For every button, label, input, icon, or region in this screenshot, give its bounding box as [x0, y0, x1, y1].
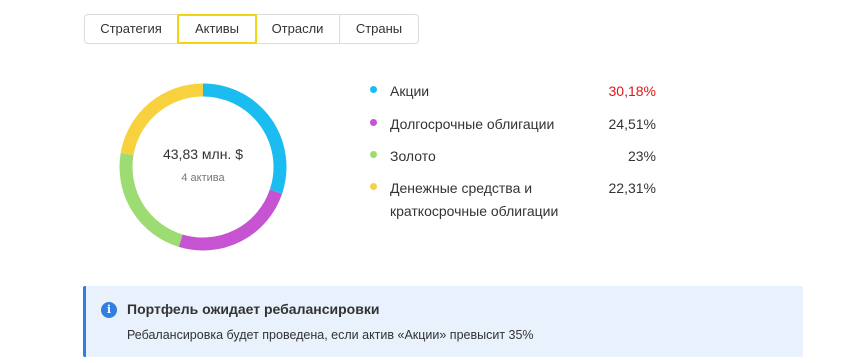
tab-strategy[interactable]: Стратегия — [85, 15, 178, 43]
donut-chart: 43,83 млн. $ 4 актива — [118, 82, 288, 252]
tab-countries[interactable]: Страны — [340, 15, 418, 43]
tab-industries[interactable]: Отрасли — [256, 15, 340, 43]
legend-item-long-bonds: Долгосрочные облигации 24,51% — [370, 113, 660, 145]
tab-bar: Стратегия Активы Отрасли Страны — [84, 14, 419, 44]
legend-item-gold: Золото 23% — [370, 145, 660, 177]
info-icon: i — [101, 302, 117, 318]
legend-dot-cash — [370, 183, 377, 190]
legend-value: 23% — [627, 148, 656, 164]
legend-label: Золото — [390, 148, 436, 164]
asset-count: 4 актива — [181, 172, 225, 184]
legend-item-stocks: Акции 30,18% — [370, 80, 660, 113]
legend-value: 22,31% — [608, 180, 656, 196]
legend-value: 24,51% — [608, 116, 656, 132]
legend: Акции 30,18% Долгосрочные облигации 24,5… — [370, 80, 660, 223]
tab-assets[interactable]: Активы — [177, 14, 257, 44]
legend-value: 30,18% — [608, 83, 656, 99]
legend-dot-long-bonds — [370, 119, 377, 126]
banner-title: Портфель ожидает ребалансировки — [127, 301, 380, 317]
portfolio-total: 43,83 млн. $ — [162, 146, 243, 162]
legend-label: Долгосрочные облигации — [390, 116, 555, 132]
rebalance-banner: i Портфель ожидает ребалансировки Ребала… — [83, 286, 803, 357]
legend-dot-stocks — [370, 86, 377, 93]
donut-center: 43,83 млн. $ 4 актива — [118, 82, 288, 252]
legend-label: Акции — [390, 83, 430, 99]
legend-dot-gold — [370, 151, 377, 158]
legend-label: Денежные средства и краткосрочные облига… — [390, 180, 559, 219]
legend-item-cash: Денежные средства и краткосрочные облига… — [370, 177, 660, 223]
banner-text: Ребалансировка будет проведена, если акт… — [127, 328, 534, 342]
